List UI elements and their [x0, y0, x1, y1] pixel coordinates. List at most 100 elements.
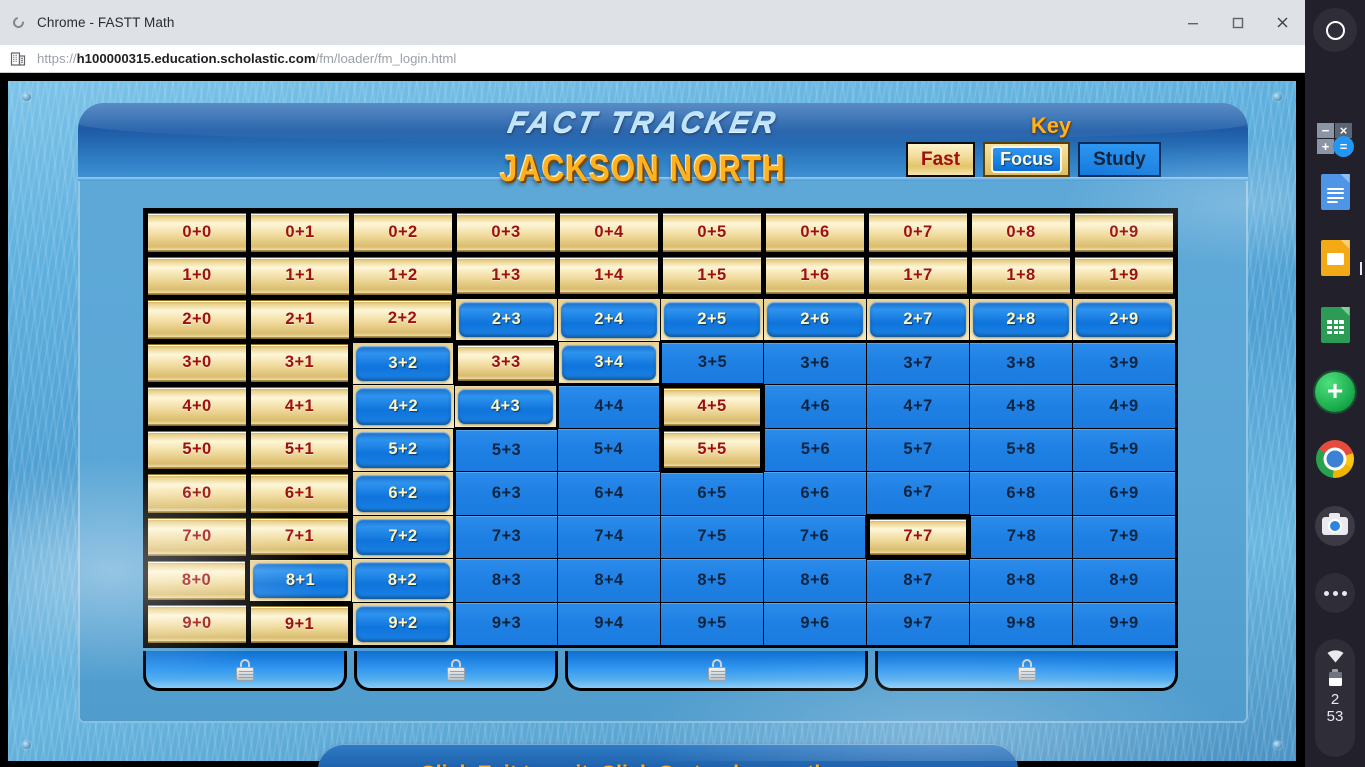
chrome-icon[interactable]: [1315, 439, 1355, 479]
camera-icon[interactable]: [1315, 506, 1355, 546]
fact-cell-0-plus-3[interactable]: 0+3: [454, 210, 558, 254]
fact-cell-2-plus-5[interactable]: 2+5: [660, 296, 764, 343]
fact-cell-7-plus-3[interactable]: 7+3: [453, 514, 558, 559]
fact-cell-6-plus-9[interactable]: 6+9: [1072, 471, 1176, 515]
fact-cell-3-plus-1[interactable]: 3+1: [248, 340, 353, 385]
fact-cell-6-plus-5[interactable]: 6+5: [660, 470, 764, 515]
fact-cell-4-plus-7[interactable]: 4+7: [866, 384, 970, 428]
more-options-icon[interactable]: [1315, 573, 1355, 613]
fact-cell-4-plus-0[interactable]: 4+0: [145, 384, 249, 428]
fact-cell-2-plus-4[interactable]: 2+4: [557, 296, 661, 341]
fact-cell-2-plus-6[interactable]: 2+6: [763, 296, 867, 343]
fact-cell-3-plus-9[interactable]: 3+9: [1072, 339, 1176, 385]
fact-cell-3-plus-4[interactable]: 3+4: [556, 340, 662, 386]
level-tab[interactable]: [143, 651, 347, 691]
fact-cell-1-plus-3[interactable]: 1+3: [454, 253, 558, 299]
fact-cell-8-plus-1[interactable]: 8+1: [247, 557, 352, 604]
key-item-focus[interactable]: Focus: [983, 142, 1071, 177]
fact-cell-4-plus-6[interactable]: 4+6: [762, 384, 867, 428]
level-tab[interactable]: [354, 651, 558, 691]
fact-cell-1-plus-8[interactable]: 1+8: [969, 253, 1073, 299]
google-docs-icon[interactable]: [1315, 172, 1355, 212]
fact-cell-3-plus-2[interactable]: 3+2: [350, 339, 456, 385]
fact-cell-0-plus-2[interactable]: 0+2: [351, 210, 455, 254]
fact-cell-4-plus-2[interactable]: 4+2: [350, 384, 455, 428]
key-item-fast[interactable]: Fast: [906, 142, 976, 177]
fact-cell-9-plus-7[interactable]: 9+7: [866, 601, 970, 646]
fact-cell-0-plus-9[interactable]: 0+9: [1072, 210, 1176, 254]
fact-cell-9-plus-2[interactable]: 9+2: [350, 601, 456, 646]
fact-cell-4-plus-4[interactable]: 4+4: [556, 383, 662, 428]
fact-cell-8-plus-0[interactable]: 8+0: [145, 558, 250, 602]
level-tab[interactable]: [875, 651, 1178, 691]
fact-cell-7-plus-2[interactable]: 7+2: [350, 514, 456, 559]
fact-cell-0-plus-1[interactable]: 0+1: [248, 210, 352, 254]
fact-cell-2-plus-0[interactable]: 2+0: [145, 297, 249, 341]
fact-cell-2-plus-8[interactable]: 2+8: [969, 296, 1073, 343]
fact-cell-5-plus-8[interactable]: 5+8: [969, 427, 1073, 472]
fact-cell-0-plus-4[interactable]: 0+4: [557, 210, 661, 254]
fact-cell-9-plus-9[interactable]: 9+9: [1072, 601, 1176, 646]
assistant-circle-icon[interactable]: [1313, 8, 1357, 52]
fact-cell-4-plus-5[interactable]: 4+5: [659, 383, 765, 428]
fact-cell-2-plus-7[interactable]: 2+7: [866, 296, 970, 343]
fact-cell-6-plus-3[interactable]: 6+3: [453, 471, 558, 515]
fact-cell-8-plus-7[interactable]: 8+7: [866, 557, 970, 602]
fact-cell-3-plus-3[interactable]: 3+3: [453, 339, 559, 386]
fact-cell-4-plus-3[interactable]: 4+3: [454, 383, 559, 430]
level-tab[interactable]: [565, 651, 868, 691]
fact-cell-5-plus-0[interactable]: 5+0: [145, 427, 249, 472]
fact-cell-7-plus-7[interactable]: 7+7: [865, 513, 971, 560]
fact-cell-5-plus-9[interactable]: 5+9: [1072, 427, 1176, 472]
fact-cell-1-plus-2[interactable]: 1+2: [351, 253, 455, 298]
fact-cell-6-plus-8[interactable]: 6+8: [969, 471, 1073, 515]
fact-cell-0-plus-0[interactable]: 0+0: [146, 211, 249, 255]
maximize-button[interactable]: [1215, 0, 1260, 45]
fact-cell-7-plus-8[interactable]: 7+8: [968, 514, 1073, 559]
fact-cell-9-plus-8[interactable]: 9+8: [969, 601, 1073, 646]
fact-cell-2-plus-9[interactable]: 2+9: [1072, 296, 1176, 343]
fact-cell-6-plus-1[interactable]: 6+1: [248, 471, 353, 515]
fact-cell-0-plus-5[interactable]: 0+5: [660, 210, 764, 254]
fact-cell-3-plus-0[interactable]: 3+0: [145, 340, 249, 385]
fact-cell-8-plus-9[interactable]: 8+9: [1072, 558, 1176, 602]
fact-cell-6-plus-4[interactable]: 6+4: [557, 471, 661, 515]
fact-cell-9-plus-4[interactable]: 9+4: [557, 601, 661, 646]
fact-cell-8-plus-6[interactable]: 8+6: [763, 558, 867, 602]
fact-cell-3-plus-8[interactable]: 3+8: [969, 339, 1073, 385]
fact-cell-8-plus-5[interactable]: 8+5: [660, 558, 764, 602]
fact-cell-7-plus-6[interactable]: 7+6: [763, 514, 868, 559]
status-tray[interactable]: 2 53: [1315, 639, 1355, 757]
fact-cell-1-plus-1[interactable]: 1+1: [248, 253, 352, 298]
fact-cell-7-plus-1[interactable]: 7+1: [248, 514, 353, 560]
key-item-study[interactable]: Study: [1078, 142, 1161, 177]
fact-cell-4-plus-8[interactable]: 4+8: [969, 384, 1073, 428]
fact-cell-1-plus-9[interactable]: 1+9: [1072, 253, 1176, 299]
fact-cell-4-plus-1[interactable]: 4+1: [248, 384, 353, 428]
fact-cell-8-plus-8[interactable]: 8+8: [969, 558, 1073, 602]
fact-cell-9-plus-1[interactable]: 9+1: [248, 600, 353, 646]
fact-cell-5-plus-6[interactable]: 5+6: [762, 427, 867, 472]
add-green-icon[interactable]: +: [1315, 372, 1355, 412]
fact-cell-1-plus-7[interactable]: 1+7: [866, 253, 970, 299]
fact-cell-1-plus-4[interactable]: 1+4: [557, 253, 661, 299]
fact-cell-2-plus-2[interactable]: 2+2: [351, 297, 456, 343]
fact-cell-6-plus-0[interactable]: 6+0: [145, 471, 249, 515]
fact-cell-7-plus-4[interactable]: 7+4: [557, 514, 661, 559]
fact-cell-5-plus-3[interactable]: 5+3: [453, 426, 558, 472]
fact-cell-1-plus-5[interactable]: 1+5: [660, 253, 764, 299]
google-slides-icon[interactable]: [1315, 238, 1355, 278]
fact-cell-0-plus-7[interactable]: 0+7: [866, 210, 970, 254]
fact-cell-2-plus-3[interactable]: 2+3: [453, 296, 558, 343]
fact-cell-2-plus-1[interactable]: 2+1: [248, 297, 352, 341]
fact-cell-9-plus-5[interactable]: 9+5: [660, 601, 764, 646]
fact-cell-8-plus-2[interactable]: 8+2: [351, 558, 456, 602]
fact-cell-5-plus-5[interactable]: 5+5: [659, 427, 765, 473]
fact-cell-3-plus-6[interactable]: 3+6: [763, 339, 867, 385]
fact-cell-8-plus-3[interactable]: 8+3: [453, 558, 558, 602]
fact-cell-9-plus-6[interactable]: 9+6: [763, 601, 867, 646]
fact-cell-3-plus-7[interactable]: 3+7: [866, 339, 970, 385]
fact-cell-5-plus-1[interactable]: 5+1: [248, 427, 353, 472]
fact-cell-7-plus-9[interactable]: 7+9: [1072, 514, 1176, 559]
fact-cell-5-plus-4[interactable]: 5+4: [557, 427, 662, 472]
